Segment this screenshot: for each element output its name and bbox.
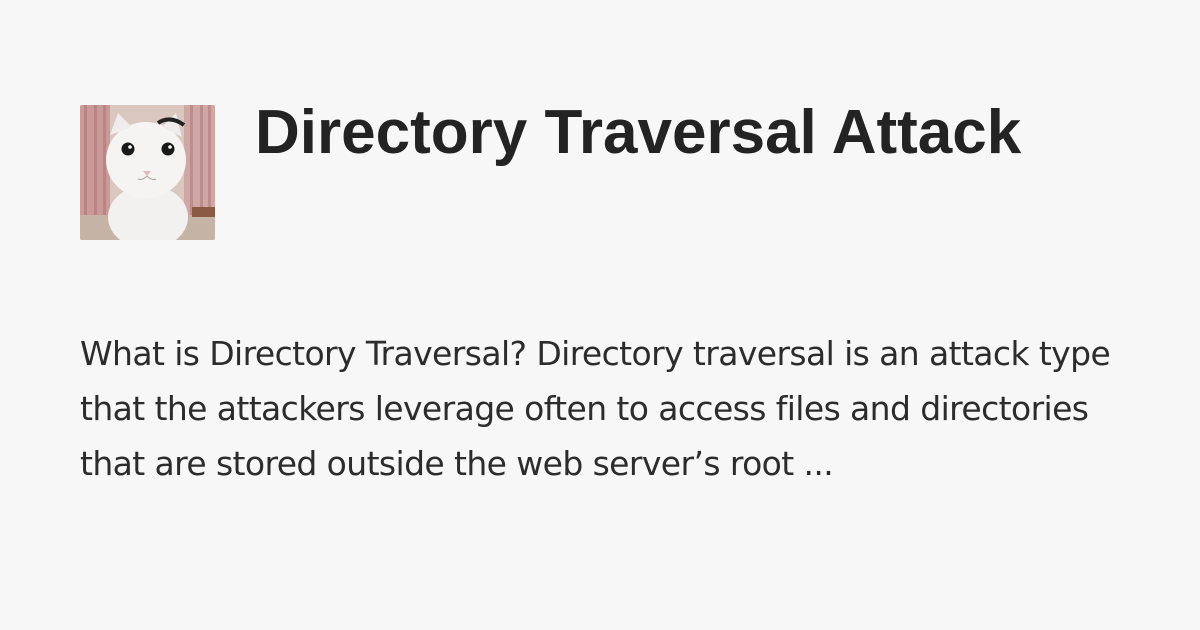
author-avatar bbox=[80, 105, 215, 240]
link-preview-card[interactable]: Directory Traversal Attack What is Direc… bbox=[0, 0, 1200, 630]
article-description: What is Directory Traversal? Directory t… bbox=[80, 334, 1111, 483]
cat-photo-icon bbox=[80, 105, 215, 240]
article-title[interactable]: Directory Traversal Attack bbox=[255, 92, 1135, 174]
